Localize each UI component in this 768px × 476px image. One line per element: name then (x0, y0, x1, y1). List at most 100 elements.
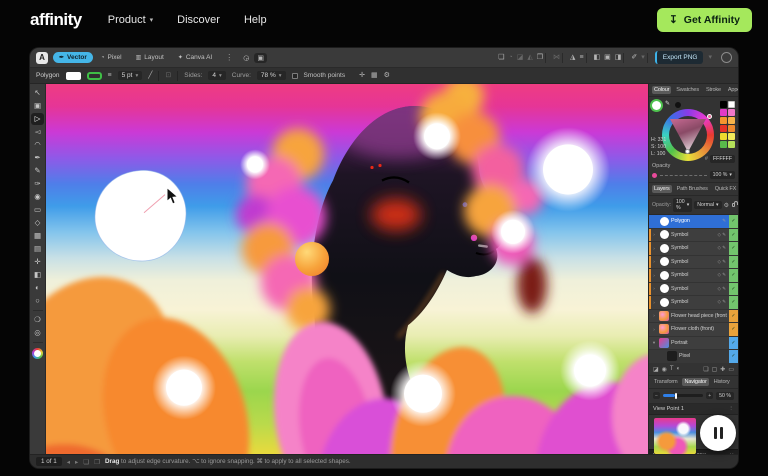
layer-visibility-check[interactable]: ✓ (729, 215, 738, 228)
layer-row[interactable]: ›Symbol◇ ✎✓ (649, 229, 738, 243)
pen-presets-caret[interactable]: ▾ (641, 54, 645, 61)
pen-presets-icon[interactable]: ✐ (631, 54, 637, 61)
page-nav-icon[interactable]: ◂ (67, 458, 70, 466)
mesh-warp-tool[interactable]: ▦ (31, 230, 44, 242)
boolean-divide-icon[interactable]: ◭ (527, 54, 532, 61)
frame-view-icon[interactable]: ▣ (254, 53, 267, 63)
pencil-tool[interactable]: ✎ (31, 165, 44, 177)
layer-action-icon[interactable]: T (670, 366, 674, 372)
canvas[interactable] (46, 84, 648, 454)
pen-tool[interactable]: ✒ (31, 152, 44, 164)
preview-thumbnail[interactable] (654, 418, 696, 454)
swatch[interactable] (720, 109, 727, 116)
swatch[interactable] (728, 133, 735, 140)
nav-item-help[interactable]: Help (244, 14, 267, 26)
reset-bounds-icon[interactable]: ⊡ (165, 72, 171, 79)
fill-tool[interactable]: ◉ (31, 191, 44, 203)
tab-navigator[interactable]: Navigator (682, 378, 708, 386)
layer-action-icon[interactable]: ❏ (703, 366, 708, 373)
curve-select[interactable]: 78 % ▾ (257, 71, 286, 80)
layer-expand-chevron[interactable]: › (651, 273, 657, 278)
tab-history[interactable]: History (712, 378, 732, 386)
account-avatar[interactable] (721, 52, 732, 63)
boolean-intersect-icon[interactable]: ◪ (517, 54, 524, 61)
hex-input[interactable]: FFFFFF (710, 155, 735, 163)
viewpoint-header[interactable]: View Point 1 ⋮ (649, 404, 738, 415)
persona-tab-layout[interactable]: ▥Layout (130, 52, 170, 63)
zoom-out-button[interactable]: − (653, 392, 660, 399)
tab-colour[interactable]: Colour (652, 86, 671, 94)
layer-expand-chevron[interactable]: › (651, 259, 657, 264)
swatch[interactable] (720, 101, 727, 108)
layer-row[interactable]: ›Flower cloth (front)✓ (649, 323, 738, 337)
tab-appearance[interactable]: Appearance (726, 86, 738, 94)
export-caret-icon[interactable]: ▾ (708, 54, 712, 61)
nav-item-product[interactable]: Product▾ (108, 14, 153, 26)
tab-layers[interactable]: Layers (652, 185, 672, 193)
more-personas-icon[interactable]: ⋮ (223, 53, 235, 62)
swatch[interactable] (720, 141, 727, 148)
secondary-colour-dot[interactable] (675, 102, 681, 108)
opacity-slider-track[interactable] (660, 175, 707, 176)
layer-visibility-check[interactable]: ✓ (729, 337, 738, 350)
node-join-icon[interactable]: ⋈ (553, 54, 560, 61)
swatch[interactable] (720, 133, 727, 140)
persona-tab-canva-ai[interactable]: ✦Canva AI (172, 52, 218, 63)
move-to-front-icon[interactable]: ◧ (594, 54, 601, 61)
move-tool[interactable]: ↖ (31, 87, 44, 99)
layer-action-icon[interactable]: ◐ (677, 366, 681, 372)
layer-action-icon[interactable]: ✚ (720, 366, 725, 373)
layers-opacity-select[interactable]: 100 % ▾ (673, 198, 692, 212)
layer-row[interactable]: ›Symbol◇ ✎✓ (649, 256, 738, 270)
nav-item-discover[interactable]: Discover (177, 14, 220, 26)
stroke-style-icon[interactable]: ≡ (108, 72, 112, 79)
contour-tool[interactable]: ◅ (31, 126, 44, 138)
swatch[interactable] (728, 125, 735, 132)
tab-transform[interactable]: Transform (652, 378, 679, 386)
blend-mode-select[interactable]: Normal ▾ (694, 201, 721, 209)
persona-tab-vector[interactable]: ✒Vector (53, 52, 93, 63)
settings-gear-icon[interactable]: ⚙ (384, 72, 390, 79)
corner-tool[interactable]: ◠ (31, 139, 44, 151)
layer-action-icon[interactable]: ◪ (653, 366, 659, 373)
zoom-tool[interactable]: ◎ (31, 327, 44, 339)
opacity-slider-handle[interactable] (652, 173, 657, 178)
move-to-back-icon[interactable]: ◨ (615, 54, 622, 61)
opacity-value-select[interactable]: 100 % ▾ (710, 171, 735, 179)
affinity-logo[interactable]: affinity (30, 10, 82, 30)
triangle-marker[interactable] (685, 149, 690, 154)
layer-row[interactable]: ▾Portrait✓ (649, 337, 738, 351)
zoom-in-button[interactable]: + (706, 392, 713, 399)
swatch[interactable] (728, 117, 735, 124)
layer-expand-chevron[interactable]: › (651, 327, 657, 332)
swatch[interactable] (728, 101, 735, 108)
layer-row[interactable]: Pixel✓ (649, 350, 738, 364)
node-tool[interactable]: ▷ (31, 113, 44, 125)
layer-lock-icon[interactable] (732, 203, 735, 207)
swatch[interactable] (728, 109, 735, 116)
picture-frame-tool[interactable]: ▤ (31, 243, 44, 255)
layer-action-icon[interactable]: ◉ (662, 366, 667, 373)
align-icon[interactable]: ≡ (579, 54, 583, 61)
layer-visibility-check[interactable]: ✓ (729, 269, 738, 282)
swatch[interactable] (728, 141, 735, 148)
layer-expand-chevron[interactable]: › (651, 300, 657, 305)
shape-tool[interactable]: ◇ (31, 217, 44, 229)
view-mode-icon[interactable]: ❏ (83, 458, 89, 466)
vector-brush-tool[interactable]: ✑ (31, 178, 44, 190)
layer-visibility-check[interactable]: ✓ (729, 323, 738, 336)
pause-button[interactable] (700, 415, 736, 451)
layer-expand-chevron[interactable]: › (651, 286, 657, 291)
colour-picker-tool[interactable]: ❍ (31, 314, 44, 326)
eyedropper-icon[interactable]: ✎ (665, 100, 670, 107)
tab-quick-fx[interactable]: Quick FX (713, 185, 738, 193)
layer-visibility-check[interactable]: ✓ (729, 283, 738, 296)
export-png-button[interactable]: Export PNG (655, 51, 704, 64)
layer-row[interactable]: ›Symbol◇ ✎✓ (649, 242, 738, 256)
stroke-swatch[interactable] (87, 72, 102, 80)
layer-settings-gear-icon[interactable]: ⚙ (724, 202, 729, 209)
colour-well[interactable] (32, 348, 43, 359)
artboard-tool[interactable]: ▣ (31, 100, 44, 112)
stroke-pressure-icon[interactable]: ╱ (148, 72, 152, 79)
tab-stroke[interactable]: Stroke (704, 86, 723, 94)
